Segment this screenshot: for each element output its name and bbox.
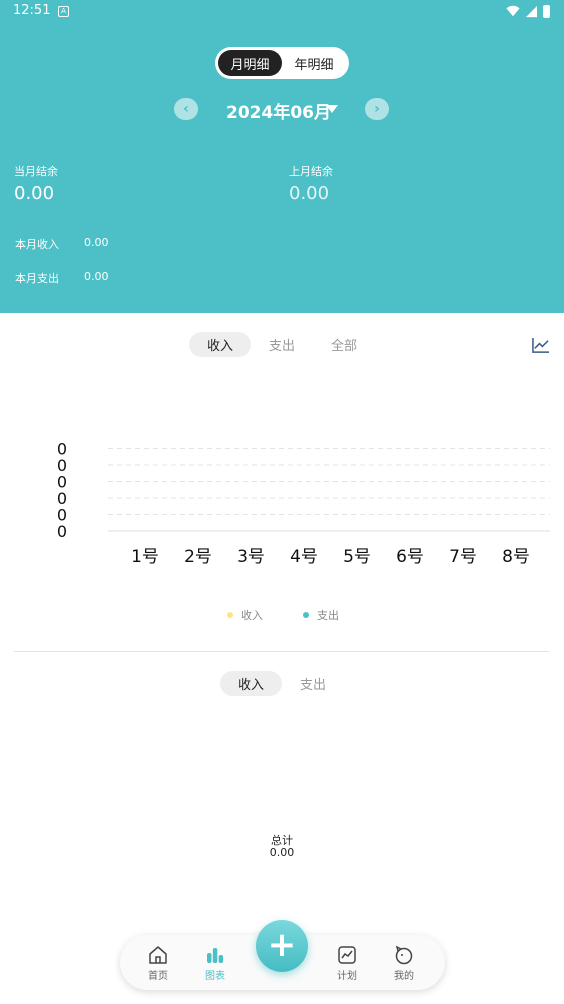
nav-chart-label: 图表	[205, 971, 225, 982]
prev-month-button[interactable]: ‹	[174, 98, 198, 120]
nav-mine[interactable]: 我的	[384, 945, 424, 982]
chevron-right-icon: ›	[374, 101, 380, 117]
period-segment: 月明细 年明细	[215, 47, 349, 79]
x-tick-label: 6号	[396, 547, 424, 567]
income-value: 0.00	[84, 236, 109, 249]
last-balance-value: 0.00	[289, 183, 330, 204]
legend-income-label: 收入	[241, 609, 263, 622]
segment-year-detail[interactable]: 年明细	[282, 50, 346, 76]
pie-type-tabs: 收入 支出	[220, 671, 344, 696]
section-divider	[14, 651, 549, 652]
segment-month-detail[interactable]: 月明细	[218, 50, 282, 76]
y-tick-label: 0	[57, 522, 67, 541]
x-tick-label: 2号	[184, 547, 212, 567]
legend-expense-dot	[303, 612, 309, 618]
header: 12:51 A 月明细 年明细 ‹ 2024年06月 › 当月结余 0.00 上…	[0, 0, 564, 313]
legend-income: 收入	[227, 607, 263, 623]
tab-income[interactable]: 收入	[189, 332, 251, 357]
nav-home-label: 首页	[148, 971, 168, 982]
plus-icon: +	[267, 924, 297, 965]
x-tick-label: 7号	[449, 547, 477, 567]
nav-mine-label: 我的	[394, 971, 414, 982]
current-balance-label: 当月结余	[14, 165, 58, 178]
chart-icon	[207, 948, 224, 963]
add-record-button[interactable]: +	[256, 920, 308, 972]
expense-value: 0.00	[84, 270, 109, 283]
current-balance-value: 0.00	[14, 183, 55, 204]
income-label: 本月收入	[15, 238, 59, 251]
last-balance-label: 上月结余	[289, 165, 333, 178]
x-tick-label: 5号	[343, 547, 371, 567]
legend-expense-label: 支出	[317, 609, 339, 622]
caret-down-icon[interactable]	[326, 105, 338, 113]
x-tick-label: 3号	[237, 547, 265, 567]
home-icon	[149, 946, 167, 964]
status-icons	[506, 4, 550, 18]
signal-icon	[525, 5, 538, 17]
pie-tab-expense[interactable]: 支出	[282, 671, 344, 696]
battery-icon	[543, 4, 550, 18]
x-tick-label: 4号	[290, 547, 318, 567]
expense-label: 本月支出	[15, 272, 59, 285]
next-month-button[interactable]: ›	[365, 98, 389, 120]
pie-tab-income[interactable]: 收入	[220, 671, 282, 696]
month-label[interactable]: 2024年06月	[226, 98, 331, 123]
legend-income-dot	[227, 612, 233, 618]
plan-icon	[338, 946, 356, 964]
tab-all[interactable]: 全部	[313, 332, 375, 357]
chevron-left-icon: ‹	[183, 101, 189, 117]
chart-type-tabs: 收入 支出 全部	[189, 332, 375, 357]
x-tick-label: 8号	[502, 547, 530, 567]
notification-icon: A	[58, 6, 69, 17]
x-tick-label: 1号	[131, 547, 159, 567]
tab-expense[interactable]: 支出	[251, 332, 313, 357]
trend-chart-icon[interactable]	[531, 337, 550, 354]
status-bar: 12:51 A	[0, 0, 564, 24]
month-selector: ‹ 2024年06月 ›	[0, 96, 564, 124]
nav-plan-label: 计划	[337, 971, 357, 982]
nav-home[interactable]: 首页	[138, 945, 178, 982]
piggy-icon	[395, 945, 413, 965]
status-time: 12:51	[13, 3, 51, 18]
nav-chart[interactable]: 图表	[195, 945, 235, 982]
wifi-icon	[506, 5, 520, 17]
total-value: 0.00	[269, 846, 295, 859]
nav-plan[interactable]: 计划	[327, 945, 367, 982]
line-chart: 0000001号 2号 3号 4号 5号 6号 7号 8号	[57, 440, 550, 567]
legend-expense: 支出	[303, 607, 339, 623]
